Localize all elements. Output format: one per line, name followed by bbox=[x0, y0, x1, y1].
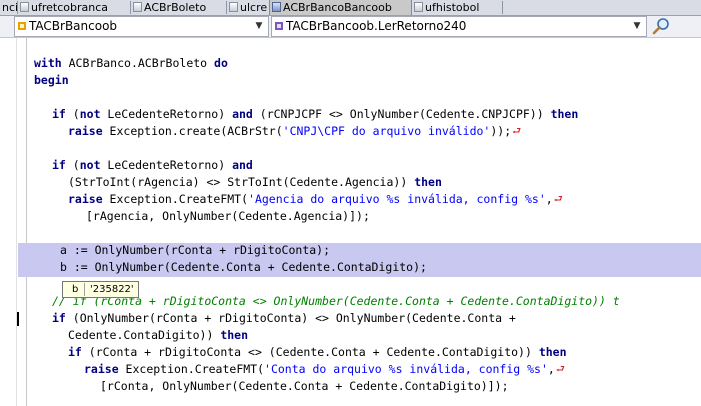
code-text: ( bbox=[65, 107, 80, 121]
code-line[interactable]: raise Exception.CreateFMT('Agencia do ar… bbox=[68, 192, 563, 207]
code-text: LeCedenteRetorno) bbox=[100, 107, 233, 121]
keyword: if bbox=[52, 158, 66, 172]
search-icon[interactable] bbox=[651, 17, 673, 36]
string-literal: 'Agencia do arquivo %s inválida, config … bbox=[248, 192, 546, 206]
code-text: b := OnlyNumber(Cedente.Conta + Cedente.… bbox=[60, 260, 427, 274]
keyword: raise bbox=[68, 192, 103, 206]
code-line[interactable]: raise Exception.create(ACBrStr('CNPJ\CPF… bbox=[68, 124, 521, 139]
tab-acbrbancobancoob[interactable]: ACBrBancoBancoob bbox=[269, 0, 412, 15]
string-literal: 'CNPJ\CPF do arquivo inválido' bbox=[282, 124, 491, 138]
code-line[interactable]: [rAgencia, OnlyNumber(Cedente.Agencia)])… bbox=[86, 209, 370, 223]
code-line[interactable]: if (not LeCedenteRetorno) and (rCNPJCPF … bbox=[52, 107, 578, 121]
keyword: not bbox=[79, 107, 101, 121]
keyword: and bbox=[232, 158, 253, 172]
code-line[interactable]: if (OnlyNumber(rConta + rDigitoConta) <>… bbox=[52, 311, 516, 325]
code-line[interactable]: raise Exception.CreateFMT('Conta do arqu… bbox=[84, 362, 565, 377]
code-text: )); bbox=[490, 124, 512, 138]
code-text: a := OnlyNumber(rConta + rDigitoConta); bbox=[60, 243, 331, 257]
tab-label: ACBrBancoBancoob bbox=[283, 1, 392, 14]
tab-label: ufretcobranca bbox=[31, 1, 108, 14]
code-text: , bbox=[547, 362, 555, 376]
keyword: if bbox=[68, 345, 82, 359]
code-text: ACBrBanco.ACBrBoleto bbox=[61, 56, 215, 70]
class-selector-value: TACBrBancoob bbox=[29, 19, 118, 33]
method-selector[interactable]: TACBrBancoob.LerRetorno240 ▼ bbox=[271, 16, 647, 37]
keyword: then bbox=[414, 175, 442, 189]
tab-label: ACBrBoleto bbox=[144, 1, 207, 14]
code-text: Exception.create(ACBrStr( bbox=[102, 124, 283, 138]
code-line[interactable]: (StrToInt(rAgencia) <> StrToInt(Cedente.… bbox=[68, 175, 442, 189]
code-text: (rConta + rDigitoConta <> (Cedente.Conta… bbox=[81, 345, 539, 359]
method-icon bbox=[275, 22, 283, 30]
code-text: ( bbox=[65, 158, 80, 172]
unit-file-icon bbox=[133, 2, 142, 12]
tab-ulcre[interactable]: ulcre bbox=[227, 0, 269, 15]
unit-file-icon bbox=[229, 2, 238, 12]
code-line[interactable]: Cedente.ContaDigito)) then bbox=[68, 328, 248, 342]
tab-separator bbox=[502, 1, 503, 14]
code-line[interactable]: if (not LeCedenteRetorno) and bbox=[52, 158, 253, 172]
keyword: with bbox=[34, 56, 62, 70]
code-text: (rCNPJCPF <> OnlyNumber(Cedente.CNPJCPF)… bbox=[252, 107, 551, 121]
code-text: [rAgencia, OnlyNumber(Cedente.Agencia)])… bbox=[86, 209, 370, 223]
chevron-down-icon[interactable]: ▼ bbox=[252, 19, 266, 34]
code-text: (StrToInt(rAgencia) <> StrToInt(Cedente.… bbox=[68, 175, 415, 189]
current-line-marker bbox=[17, 312, 19, 326]
keyword: then bbox=[550, 107, 579, 121]
keyword: if bbox=[52, 311, 66, 325]
editor-margin-line bbox=[26, 38, 27, 406]
line-break-icon: ⮐ bbox=[553, 194, 563, 205]
code-text: (OnlyNumber(rConta + rDigitoConta) <> On… bbox=[65, 311, 516, 325]
code-line[interactable]: b := OnlyNumber(Cedente.Conta + Cedente.… bbox=[60, 260, 427, 274]
line-break-icon: ⮐ bbox=[555, 364, 565, 375]
tab-acbrboleto[interactable]: ACBrBoleto bbox=[131, 0, 226, 15]
unit-file-icon bbox=[272, 2, 281, 12]
unit-file-icon bbox=[20, 2, 29, 12]
keyword: not bbox=[79, 158, 101, 172]
string-literal: 'Conta do arquivo %s inválida, config %s… bbox=[264, 362, 548, 376]
code-line[interactable]: with ACBrBanco.ACBrBoleto do bbox=[34, 56, 228, 70]
class-selector[interactable]: TACBrBancoob ▼ bbox=[14, 16, 269, 37]
keyword: do bbox=[214, 56, 228, 70]
keyword: then bbox=[538, 345, 567, 359]
code-text: , bbox=[545, 192, 553, 206]
tab-nci[interactable]: nci bbox=[0, 0, 19, 15]
keyword: and bbox=[232, 107, 253, 121]
hint-variable-name: b bbox=[72, 284, 79, 295]
tab-ufretcobranca[interactable]: ufretcobranca bbox=[18, 0, 130, 15]
code-line[interactable]: begin bbox=[34, 73, 69, 87]
keyword: raise bbox=[84, 362, 119, 376]
class-icon bbox=[18, 22, 26, 30]
code-text: Exception.CreateFMT( bbox=[102, 192, 249, 206]
keyword: if bbox=[52, 107, 66, 121]
code-text: LeCedenteRetorno) bbox=[100, 158, 233, 172]
code-line[interactable]: [rConta, OnlyNumber(Cedente.Conta + Cede… bbox=[100, 379, 509, 393]
keyword: begin bbox=[34, 73, 69, 87]
hint-variable-value: '235822' bbox=[90, 284, 134, 295]
code-line[interactable]: if (rConta + rDigitoConta <> (Cedente.Co… bbox=[68, 345, 567, 359]
evaluation-hint-tooltip: b '235822' bbox=[62, 281, 139, 298]
tab-label: ufhistobol bbox=[425, 1, 480, 14]
tab-label: nci bbox=[2, 1, 19, 14]
tab-ufhistobol[interactable]: ufhistobol bbox=[412, 0, 502, 15]
tab-label: ulcre bbox=[240, 1, 268, 14]
keyword: raise bbox=[68, 124, 103, 138]
keyword: then bbox=[220, 328, 249, 342]
editor-gutter[interactable] bbox=[0, 38, 17, 406]
code-editor[interactable]: with ACBrBanco.ACBrBoleto do begin if (n… bbox=[0, 38, 701, 406]
unit-file-icon bbox=[414, 2, 423, 12]
line-break-icon: ⮐ bbox=[512, 126, 522, 137]
code-line[interactable]: a := OnlyNumber(rConta + rDigitoConta); bbox=[60, 243, 330, 257]
code-text: [rConta, OnlyNumber(Cedente.Conta + Cede… bbox=[100, 379, 509, 393]
hint-divider bbox=[84, 283, 85, 296]
chevron-down-icon[interactable]: ▼ bbox=[630, 19, 644, 34]
editor-tab-bar: nci ufretcobranca ACBrBoleto ulcre ACBrB… bbox=[0, 0, 701, 16]
method-selector-value: TACBrBancoob.LerRetorno240 bbox=[286, 19, 467, 33]
code-text: Cedente.ContaDigito)) bbox=[68, 328, 221, 342]
code-text: Exception.CreateFMT( bbox=[118, 362, 265, 376]
code-navigation-bar: TACBrBancoob ▼ TACBrBancoob.LerRetorno24… bbox=[0, 16, 701, 38]
